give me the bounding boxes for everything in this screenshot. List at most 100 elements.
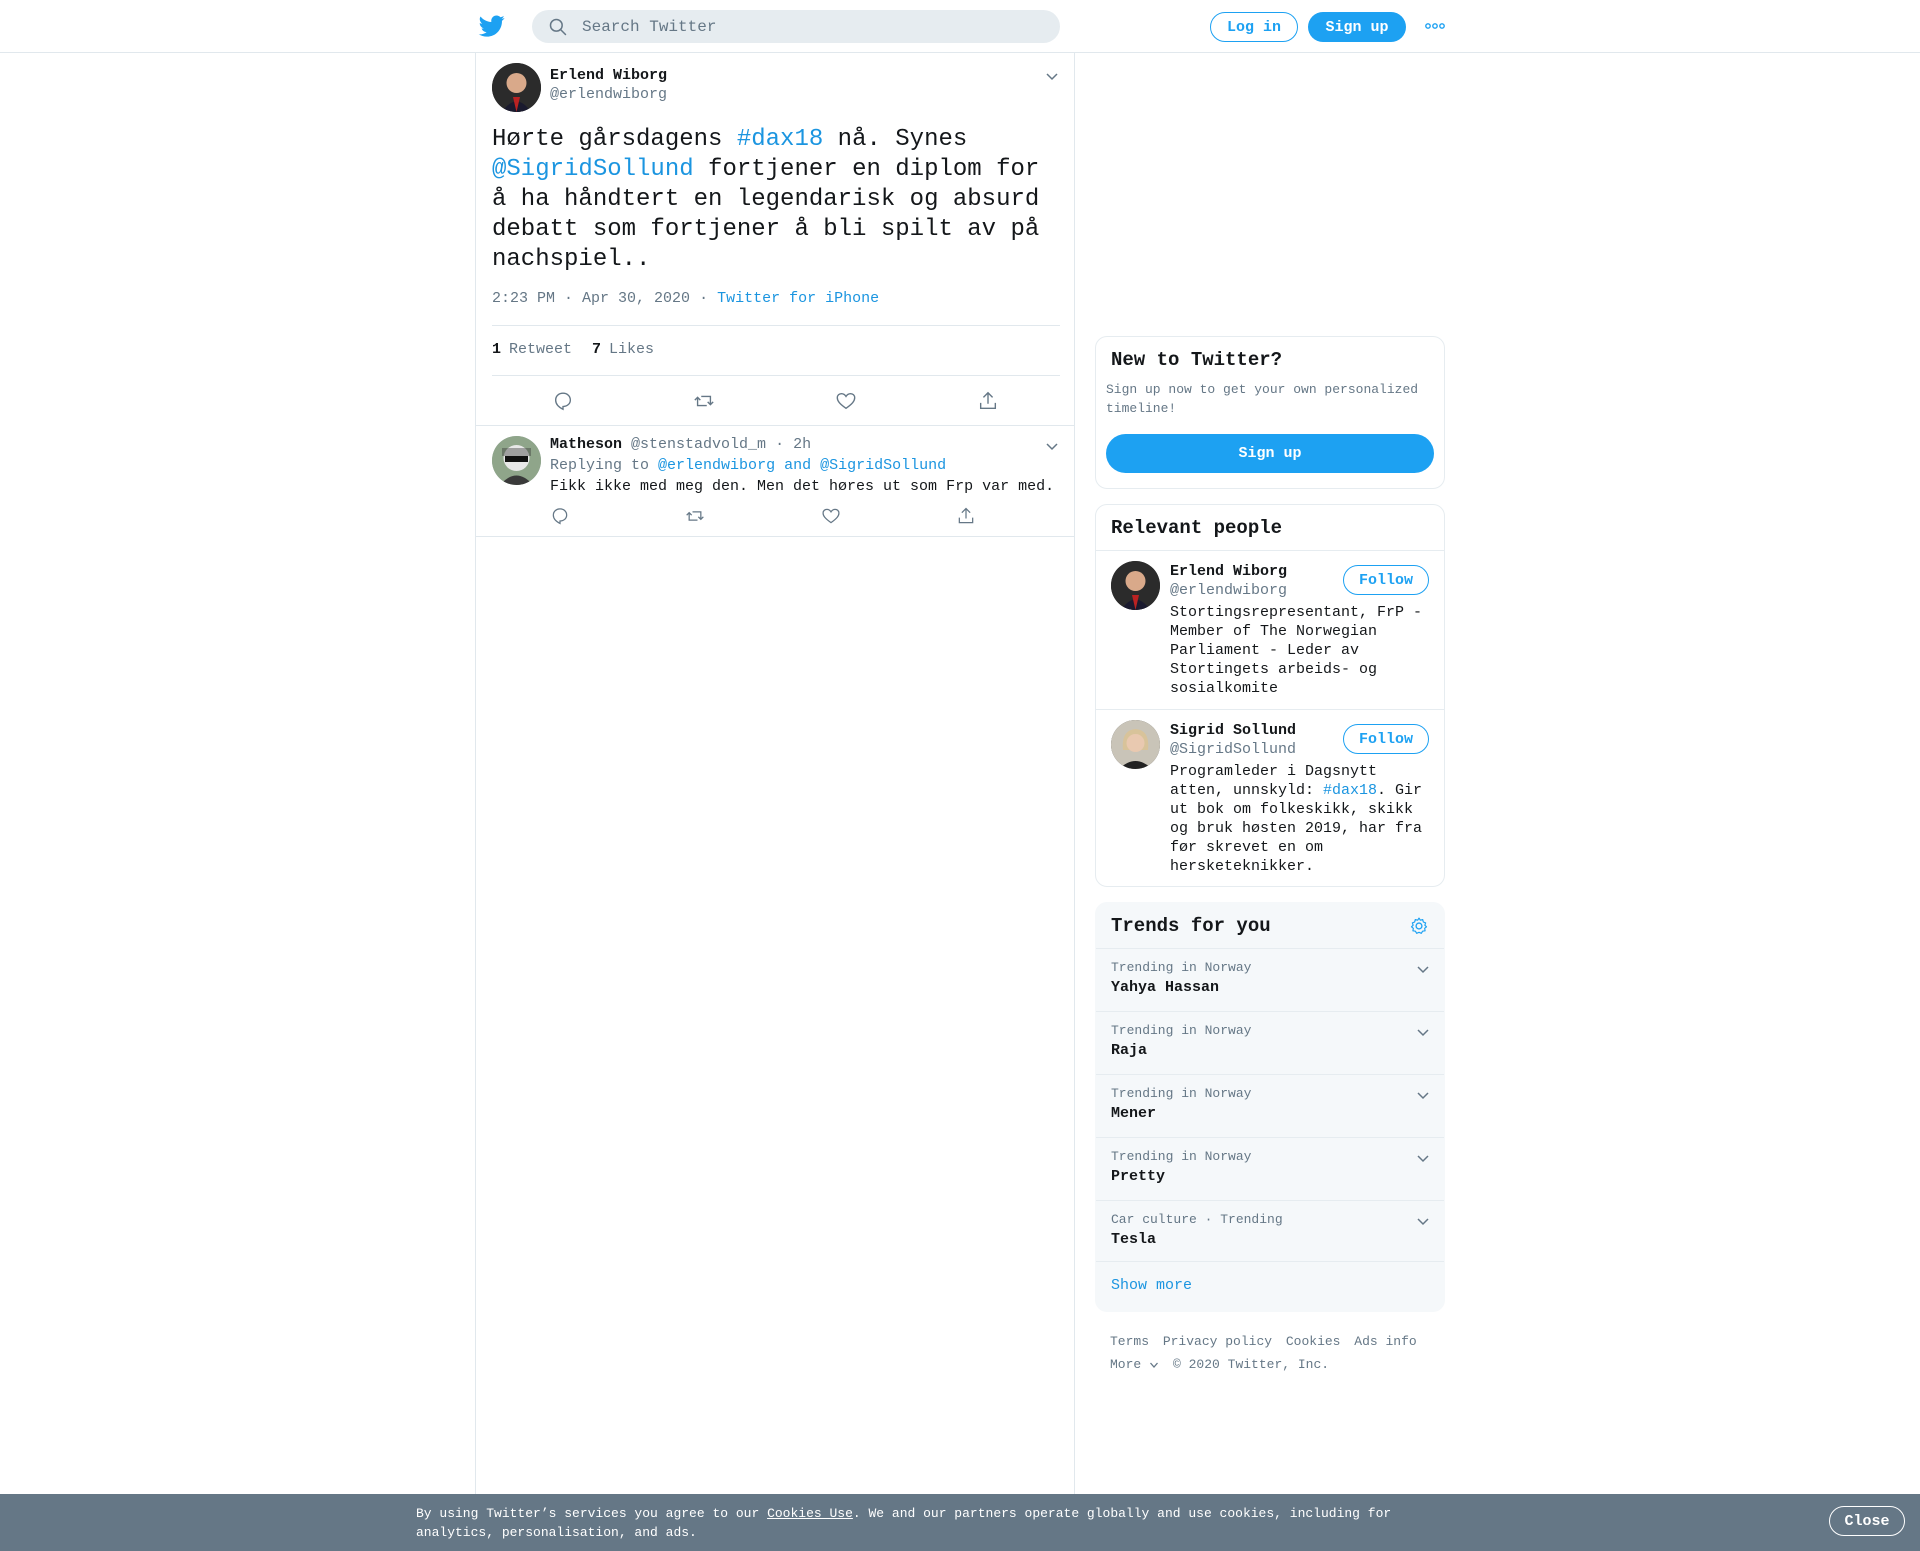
reply-time[interactable]: · 2h — [775, 436, 811, 453]
avatar[interactable] — [1111, 561, 1160, 610]
card-title: Trends for you — [1111, 915, 1271, 937]
person-name[interactable]: Sigrid Sollund — [1170, 722, 1296, 739]
reply-icon[interactable] — [552, 390, 574, 412]
footer-link-cookies[interactable]: Cookies — [1286, 1334, 1341, 1349]
like-icon[interactable] — [835, 390, 857, 412]
replying-prefix: Replying to — [550, 457, 650, 474]
chevron-down-icon[interactable] — [1415, 1213, 1431, 1229]
divider — [492, 375, 1060, 376]
person-name[interactable]: Erlend Wiborg — [1170, 563, 1287, 580]
tweet-meta: 2:23 PM · Apr 30, 2020 · Twitter for iPh… — [492, 290, 879, 307]
signup-button[interactable]: Sign up — [1106, 434, 1434, 473]
footer-link-ads[interactable]: Ads info — [1354, 1334, 1416, 1349]
show-more-link[interactable]: Show more — [1096, 1261, 1444, 1311]
footer-row-2: More © 2020 Twitter, Inc. — [1110, 1353, 1430, 1376]
tweet-text-part: Hørte gårsdagens — [492, 126, 737, 153]
cookie-text: By using Twitter’s services you agree to… — [416, 1504, 1416, 1542]
reply-author-name[interactable]: Matheson — [550, 436, 622, 453]
more-options-icon[interactable] — [1424, 18, 1446, 34]
gear-icon[interactable] — [1409, 916, 1429, 936]
tweet-text-part: nå. Synes — [823, 126, 968, 153]
like-label: Likes — [609, 341, 655, 358]
share-icon[interactable] — [956, 506, 976, 526]
tweet-timestamp[interactable]: 2:23 PM · Apr 30, 2020 — [492, 290, 690, 307]
new-to-twitter-card: New to Twitter? Sign up now to get your … — [1095, 336, 1445, 489]
close-button[interactable]: Close — [1829, 1506, 1905, 1536]
tweet-source-link[interactable]: Twitter for iPhone — [717, 290, 879, 307]
person-bio: Programleder i Dagsnytt atten, unnskyld:… — [1170, 762, 1435, 876]
like-icon[interactable] — [821, 506, 841, 526]
share-icon[interactable] — [977, 390, 999, 412]
trend-item[interactable]: Trending in Norway Mener — [1096, 1074, 1444, 1137]
trend-context: Trending in Norway — [1111, 1023, 1252, 1038]
cookies-use-link[interactable]: Cookies Use — [767, 1506, 853, 1521]
trend-name: Tesla — [1111, 1231, 1157, 1248]
footer-link-terms[interactable]: Terms — [1110, 1334, 1149, 1349]
avatar[interactable] — [1111, 720, 1160, 769]
trend-name: Pretty — [1111, 1168, 1166, 1185]
reply-icon[interactable] — [550, 506, 570, 526]
reply-tweet[interactable]: Matheson @stenstadvold_m · 2h Replying t… — [476, 426, 1074, 537]
trend-context: Trending in Norway — [1111, 1086, 1252, 1101]
retweet-stat[interactable]: 1 Retweet — [492, 341, 572, 358]
cookie-text-prefix: By using Twitter’s services you agree to… — [416, 1506, 768, 1521]
trend-name: Mener — [1111, 1105, 1157, 1122]
chevron-down-icon — [1150, 1362, 1159, 1368]
search-bar[interactable] — [532, 10, 1060, 43]
reply-author-handle[interactable]: @stenstadvold_m — [631, 436, 766, 453]
trends-card: Trends for you Trending in Norway Yahya … — [1095, 902, 1445, 1312]
trend-context: Trending in Norway — [1111, 1149, 1252, 1164]
like-stat[interactable]: 7 Likes — [592, 341, 654, 358]
person-item[interactable]: Sigrid Sollund @SigridSollund Follow Pro… — [1096, 710, 1444, 886]
main-tweet: Erlend Wiborg @erlendwiborg Hørte gårsda… — [476, 53, 1074, 426]
trend-item[interactable]: Trending in Norway Raja — [1096, 1011, 1444, 1074]
replying-to-links[interactable]: @erlendwiborg and @SigridSollund — [658, 457, 946, 474]
login-button[interactable]: Log in — [1210, 12, 1298, 42]
person-handle[interactable]: @erlendwiborg — [1170, 582, 1287, 599]
main-column: Erlend Wiborg @erlendwiborg Hørte gårsda… — [475, 53, 1075, 1498]
trend-item[interactable]: Trending in Norway Pretty — [1096, 1137, 1444, 1200]
trend-item[interactable]: Car culture · Trending Tesla — [1096, 1200, 1444, 1263]
trend-context: Car culture · Trending — [1111, 1212, 1283, 1227]
reply-text: Fikk ikke med meg den. Men det høres ut … — [550, 478, 1055, 495]
meta-separator: · — [699, 290, 709, 307]
search-icon — [549, 18, 567, 35]
hashtag-link[interactable]: #dax18 — [1323, 782, 1377, 799]
chevron-down-icon[interactable] — [1415, 1150, 1431, 1166]
signup-button[interactable]: Sign up — [1308, 12, 1406, 42]
search-input[interactable] — [582, 17, 1022, 36]
relevant-people-card: Relevant people Erlend Wiborg @erlendwib… — [1095, 504, 1445, 887]
person-handle[interactable]: @SigridSollund — [1170, 741, 1296, 758]
footer-more-label: More — [1110, 1357, 1142, 1372]
follow-button[interactable]: Follow — [1343, 565, 1429, 595]
twitter-logo-icon[interactable] — [478, 13, 506, 39]
trend-name: Raja — [1111, 1042, 1148, 1059]
avatar[interactable] — [492, 436, 541, 485]
mention-link[interactable]: @SigridSollund — [492, 156, 694, 183]
avatar[interactable] — [492, 63, 541, 112]
chevron-down-icon[interactable] — [1044, 438, 1060, 454]
retweet-icon[interactable] — [685, 506, 705, 526]
footer-link-privacy[interactable]: Privacy policy — [1163, 1334, 1272, 1349]
card-title: New to Twitter? — [1111, 349, 1283, 371]
footer-links: Terms Privacy policy Cookies Ads info — [1110, 1330, 1430, 1353]
card-subtitle: Sign up now to get your own personalized… — [1106, 382, 1419, 416]
chevron-down-icon[interactable] — [1415, 1024, 1431, 1040]
footer-more[interactable]: More — [1110, 1357, 1159, 1372]
person-bio: Stortingsrepresentant, FrP - Member of T… — [1170, 604, 1423, 697]
chevron-down-icon[interactable] — [1415, 961, 1431, 977]
chevron-down-icon[interactable] — [1044, 68, 1060, 84]
follow-button[interactable]: Follow — [1343, 724, 1429, 754]
chevron-down-icon[interactable] — [1415, 1087, 1431, 1103]
sidebar-footer: Terms Privacy policy Cookies Ads info Mo… — [1110, 1330, 1430, 1376]
trend-name: Yahya Hassan — [1111, 979, 1220, 996]
author-name[interactable]: Erlend Wiborg — [550, 67, 667, 84]
hashtag-link[interactable]: #dax18 — [737, 126, 823, 153]
author-handle[interactable]: @erlendwiborg — [550, 86, 667, 103]
trend-item[interactable]: Trending in Norway Yahya Hassan — [1096, 948, 1444, 1011]
person-item[interactable]: Erlend Wiborg @erlendwiborg Follow Stort… — [1096, 551, 1444, 709]
retweet-icon[interactable] — [693, 390, 715, 412]
cookie-banner: By using Twitter’s services you agree to… — [0, 1494, 1920, 1551]
divider — [492, 325, 1060, 326]
show-more-label: Show more — [1111, 1277, 1193, 1294]
